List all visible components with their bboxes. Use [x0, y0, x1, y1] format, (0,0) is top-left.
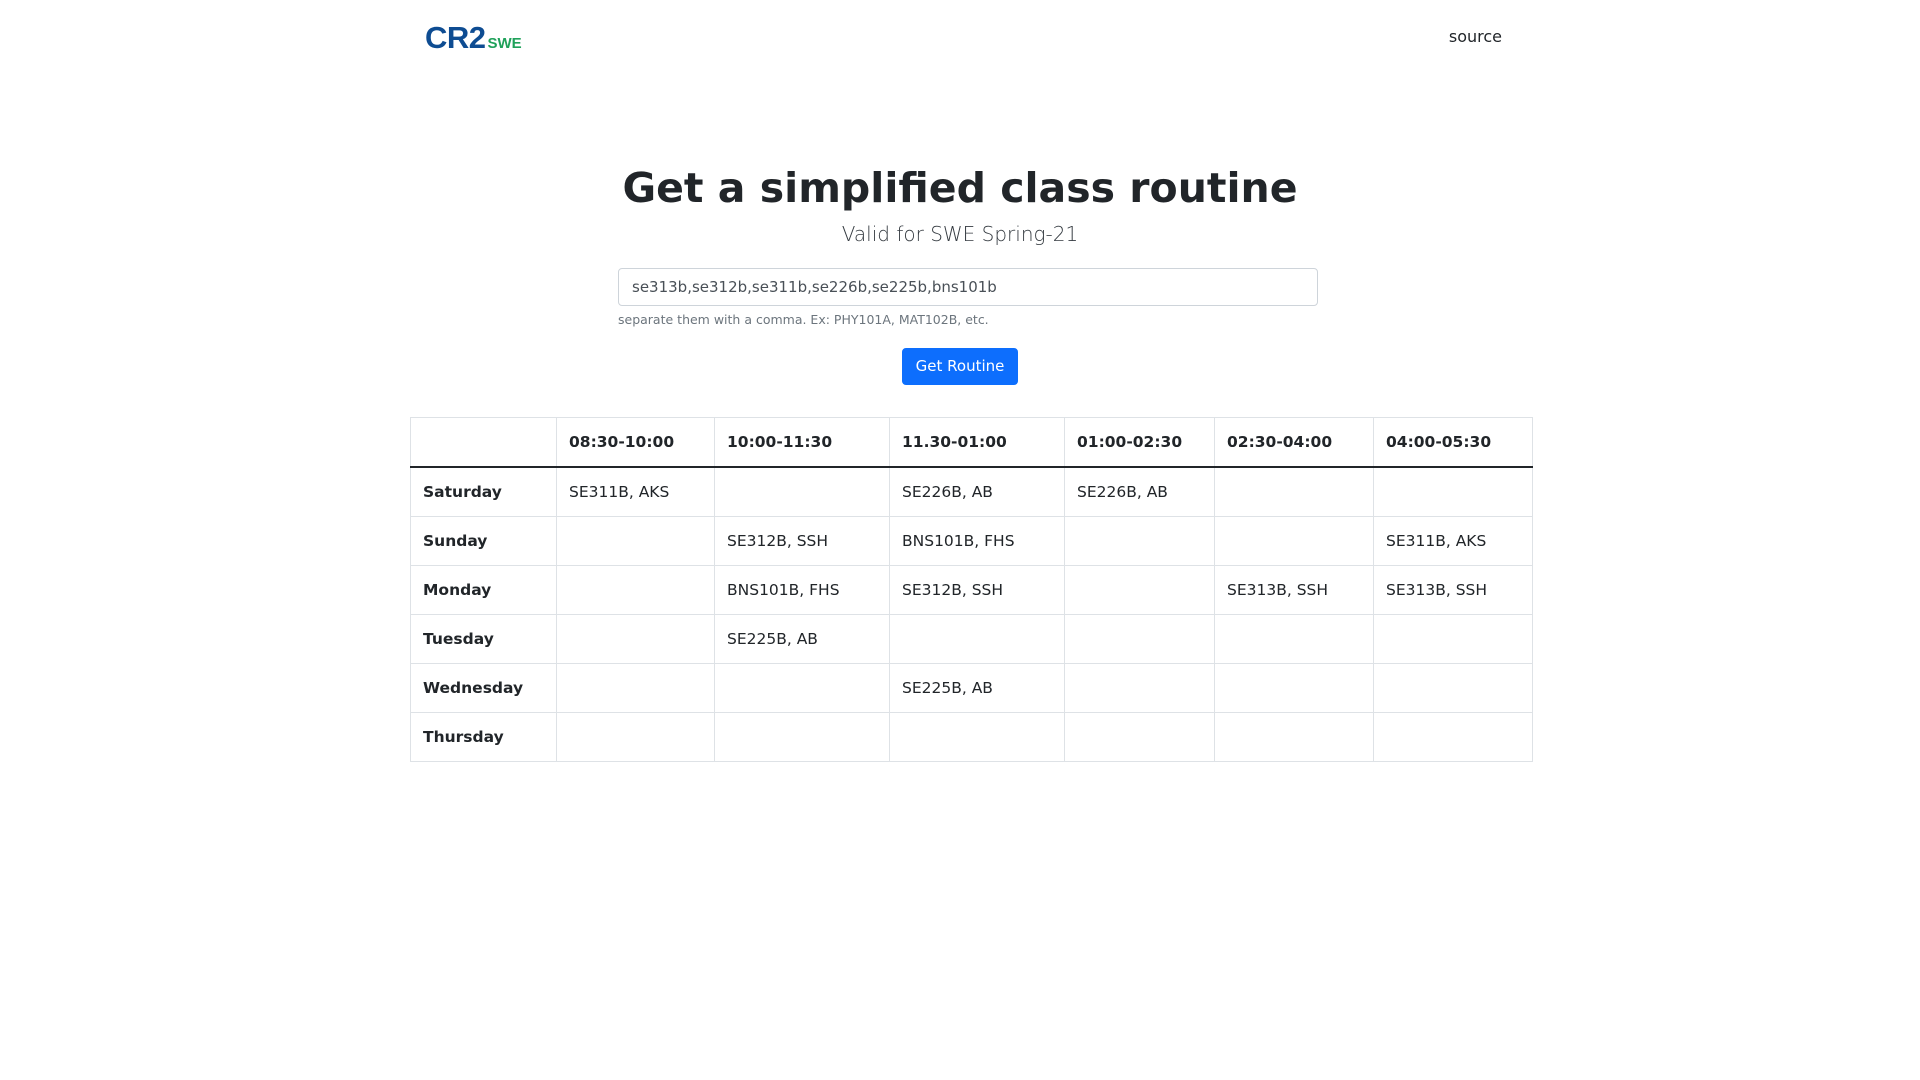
class-cell: SE313B, SSH: [1373, 565, 1533, 615]
class-cell: [1214, 516, 1374, 566]
class-cell: [1214, 466, 1374, 517]
header-corner-cell: [410, 417, 557, 468]
table-row: Saturday SE311B, AKS SE226B, AB SE226B, …: [410, 466, 1533, 517]
class-cell: BNS101B, FHS: [889, 516, 1065, 566]
table-row: Thursday: [410, 712, 1533, 762]
class-cell: SE311B, AKS: [556, 466, 715, 517]
class-cell: [1373, 614, 1533, 664]
class-cell: [556, 614, 715, 664]
table-row: Wednesday SE225B, AB: [410, 663, 1533, 713]
class-cell: [714, 663, 890, 713]
time-slot-header: 10:00-11:30: [714, 417, 890, 468]
day-label: Monday: [410, 565, 557, 615]
class-cell: [556, 516, 715, 566]
day-label: Sunday: [410, 516, 557, 566]
class-cell: BNS101B, FHS: [714, 565, 890, 615]
page-subtitle: Valid for SWE Spring-21: [841, 222, 1079, 246]
source-link[interactable]: source: [1449, 27, 1502, 46]
class-cell: [1214, 712, 1374, 762]
class-cell: [1214, 614, 1374, 664]
class-cell: SE226B, AB: [889, 466, 1065, 517]
day-label: Saturday: [410, 466, 557, 517]
class-cell: [1214, 663, 1374, 713]
hero-section: Get a simplified class routine Valid for…: [0, 158, 1920, 246]
class-cell: [1373, 466, 1533, 517]
class-cell: [556, 565, 715, 615]
class-cell: [889, 614, 1065, 664]
class-cell: SE313B, SSH: [1214, 565, 1374, 615]
day-label: Thursday: [410, 712, 557, 762]
day-label: Tuesday: [410, 614, 557, 664]
table-row: Tuesday SE225B, AB: [410, 614, 1533, 664]
class-cell: SE225B, AB: [714, 614, 890, 664]
class-cell: [1064, 712, 1215, 762]
page-title: Get a simplified class routine: [622, 164, 1298, 212]
navbar: CR2 SWE source: [0, 0, 1920, 76]
routine-table-container: 08:30-10:00 10:00-11:30 11.30-01:00 01:0…: [410, 417, 1533, 762]
routine-table-header: 08:30-10:00 10:00-11:30 11.30-01:00 01:0…: [410, 417, 1533, 468]
class-cell: SE226B, AB: [1064, 466, 1215, 517]
class-cell: [556, 663, 715, 713]
class-cell: [714, 466, 890, 517]
time-slot-header: 08:30-10:00: [556, 417, 715, 468]
class-cell: SE312B, SSH: [714, 516, 890, 566]
class-cell: [889, 712, 1065, 762]
class-cell: SE312B, SSH: [889, 565, 1065, 615]
brand-sub-text: SWE: [487, 35, 522, 52]
class-cell: [714, 712, 890, 762]
brand-logo-link[interactable]: CR2 SWE: [425, 20, 522, 56]
time-slot-header: 11.30-01:00: [889, 417, 1065, 468]
class-cell: [1373, 712, 1533, 762]
get-routine-button[interactable]: Get Routine: [901, 348, 1019, 385]
table-row: Monday BNS101B, FHS SE312B, SSH SE313B, …: [410, 565, 1533, 615]
brand-main-text: CR2: [425, 20, 486, 55]
button-row: Get Routine: [0, 348, 1920, 385]
routine-table: 08:30-10:00 10:00-11:30 11.30-01:00 01:0…: [410, 417, 1533, 762]
class-cell: [1064, 614, 1215, 664]
time-slot-header: 02:30-04:00: [1214, 417, 1374, 468]
class-cell: SE311B, AKS: [1373, 516, 1533, 566]
time-slot-header: 01:00-02:30: [1064, 417, 1215, 468]
day-label: Wednesday: [410, 663, 557, 713]
course-codes-input[interactable]: [618, 268, 1318, 306]
class-cell: SE225B, AB: [889, 663, 1065, 713]
class-cell: [556, 712, 715, 762]
class-cell: [1064, 663, 1215, 713]
table-row: Sunday SE312B, SSH BNS101B, FHS SE311B, …: [410, 516, 1533, 566]
header-row: 08:30-10:00 10:00-11:30 11.30-01:00 01:0…: [410, 417, 1533, 468]
class-cell: [1373, 663, 1533, 713]
class-cell: [1064, 516, 1215, 566]
course-form: separate them with a comma. Ex: PHY101A,…: [618, 268, 1318, 327]
course-input-help-text: separate them with a comma. Ex: PHY101A,…: [618, 312, 989, 327]
routine-table-body: Saturday SE311B, AKS SE226B, AB SE226B, …: [410, 466, 1533, 762]
class-cell: [1064, 565, 1215, 615]
time-slot-header: 04:00-05:30: [1373, 417, 1533, 468]
